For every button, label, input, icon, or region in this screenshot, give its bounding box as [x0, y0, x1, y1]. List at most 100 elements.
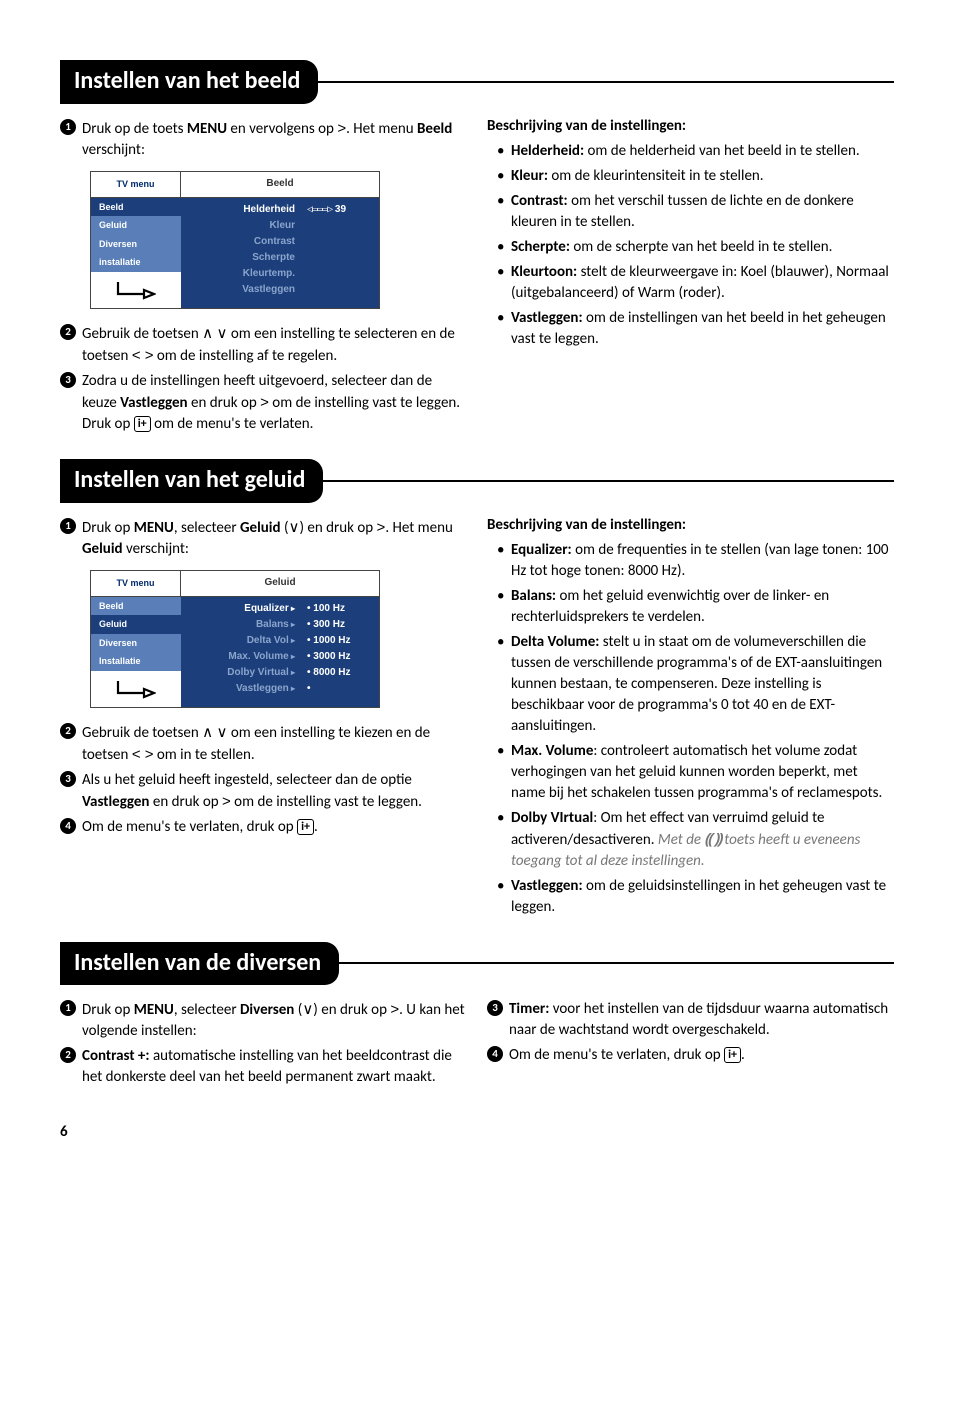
header-rule — [321, 480, 894, 482]
right-icon: > — [390, 1001, 399, 1018]
list-item: Contrast: om het verschil tussen de lich… — [511, 191, 894, 233]
text: om in te stellen. — [154, 746, 255, 764]
menu-label: Contrast — [187, 234, 295, 250]
text: om het geluid evenwichtig over de linker… — [511, 587, 829, 626]
list-item: Helderheid: om de helderheid van het bee… — [511, 141, 894, 162]
step-badge: 1 — [60, 119, 76, 135]
step-text: Als u het geluid heeft ingesteld, select… — [82, 770, 467, 813]
diversen-step-4: 4 Om de menu's te verlaten, druk op i+. — [487, 1045, 894, 1066]
text-bold: Beeld — [417, 120, 452, 138]
section-header-geluid: Instellen van het geluid — [60, 459, 894, 503]
text-bold: Vastleggen: — [511, 877, 583, 895]
text: Gebruik de toetsen — [82, 325, 202, 343]
text-bold: Delta Volume: — [511, 633, 599, 651]
menu-side-item: Beeld — [91, 198, 181, 217]
text: . Het menu — [385, 519, 453, 537]
step-text: Om de menu's te verlaten, druk op i+. — [82, 817, 467, 838]
text-bold: Vastleggen — [82, 793, 150, 811]
text-bold: Scherpte: — [511, 238, 570, 256]
text-bold: Max. Volume — [511, 742, 593, 760]
text-bold: Kleurtoon: — [511, 263, 577, 281]
menu-value: 3000 Hz — [307, 649, 373, 665]
menu-value: 300 Hz — [307, 617, 373, 633]
step-text: Timer: voor het instellen van de tijdsdu… — [509, 999, 894, 1041]
right-icon: > — [337, 120, 346, 137]
right-icon: > — [222, 793, 231, 810]
text-bold: MENU — [134, 519, 174, 537]
text: Om de menu's te verlaten, druk op — [82, 818, 297, 836]
right-icon: > — [260, 394, 269, 411]
beeld-step-3: 3 Zodra u de instellingen heeft uitgevoe… — [60, 371, 467, 435]
text: . Het menu — [346, 120, 417, 138]
step-badge: 2 — [60, 723, 76, 739]
up-icon: ∧ — [202, 724, 213, 741]
menu-label: Dolby Virtual — [187, 665, 295, 681]
list-item: Kleurtoon: stelt de kleurweergave in: Ko… — [511, 262, 894, 304]
text: , selecteer — [174, 519, 240, 537]
menu-value: 100 Hz — [307, 601, 373, 617]
step-badge: 3 — [60, 372, 76, 388]
header-rule — [337, 962, 894, 964]
geluid-step-1: 1 Druk op MENU, selecteer Geluid (∨) en … — [60, 517, 467, 560]
list-item: Scherpte: om de scherpte van het beeld i… — [511, 237, 894, 258]
step-badge: 2 — [60, 324, 76, 340]
text-bold: Contrast: — [511, 192, 568, 210]
text: verschijnt: — [123, 540, 189, 558]
geluid-step-3: 3 Als u het geluid heeft ingesteld, sele… — [60, 770, 467, 813]
text: ( — [281, 519, 289, 537]
text-bold: Timer: — [509, 1000, 549, 1018]
text: Druk op de toets — [82, 120, 187, 138]
text-bold: Diversen — [240, 1001, 294, 1019]
beeld-step-2: 2 Gebruik de toetsen ∧ ∨ om een instelli… — [60, 323, 467, 367]
menu-arrow-box — [91, 272, 181, 308]
text: Als u het geluid heeft ingesteld, select… — [82, 771, 412, 789]
text: Gebruik de toetsen — [82, 724, 202, 742]
text: voor het instellen van de tijdsduur waar… — [509, 1000, 888, 1039]
text-bold: Kleur: — [511, 167, 548, 185]
step-text: Contrast +: automatische instelling van … — [82, 1046, 467, 1088]
section-title: Instellen van het beeld — [60, 60, 318, 104]
text: Druk op — [82, 519, 134, 537]
diversen-columns: 1 Druk op MENU, selecteer Diversen (∨) e… — [60, 995, 894, 1092]
menu-main-header: Geluid — [181, 571, 379, 597]
info-plus-icon: i+ — [134, 416, 151, 432]
up-icon: ∧ — [202, 325, 213, 342]
list-item: Max. Volume: controleert automatisch het… — [511, 741, 894, 804]
text: om de menu's te verlaten. — [151, 415, 314, 433]
menu-label: Helderheid — [187, 202, 295, 218]
text-bold: Geluid — [82, 540, 123, 558]
down-icon: ∨ — [302, 1001, 313, 1018]
menu-side-item: Installatie — [91, 652, 181, 671]
text-bold: Dolby VIrtual — [511, 809, 593, 827]
step-badge: 3 — [487, 1000, 503, 1016]
text: . — [741, 1046, 745, 1064]
geluid-desc-list: Equalizer: om de frequenties in te stell… — [487, 540, 894, 918]
menu-value: 8000 Hz — [307, 665, 373, 681]
beeld-left-col: 1 Druk op de toets MENU en vervolgens op… — [60, 114, 467, 439]
menu-value: 1000 Hz — [307, 633, 373, 649]
geluid-left-col: 1 Druk op MENU, selecteer Geluid (∨) en … — [60, 513, 467, 922]
text: en druk op — [188, 394, 261, 412]
diversen-right-col: 3 Timer: voor het instellen van de tijds… — [487, 995, 894, 1092]
text-bold: Vastleggen — [120, 394, 188, 412]
leftright-icon: < > — [132, 746, 154, 763]
text: . — [314, 818, 318, 836]
step-text: Druk op MENU, selecteer Geluid (∨) en dr… — [82, 517, 467, 560]
menu-label: Kleur — [187, 218, 295, 234]
menu-side-item: Geluid — [91, 615, 181, 634]
text-bold: MENU — [134, 1001, 174, 1019]
menu-labels: Equalizer Balans Delta Vol Max. Volume D… — [181, 597, 301, 707]
menu-label: Balans — [187, 617, 295, 633]
info-plus-icon: i+ — [724, 1047, 741, 1063]
menu-labels: Helderheid Kleur Contrast Scherpte Kleur… — [181, 198, 301, 308]
text: verschijnt: — [82, 141, 145, 159]
text: om de instelling af te regelen. — [154, 347, 338, 365]
menu-label: Vastleggen — [187, 282, 295, 298]
geluid-step-4: 4 Om de menu's te verlaten, druk op i+. — [60, 817, 467, 838]
menu-label: Equalizer — [187, 601, 295, 617]
text: om de instelling vast te leggen. — [231, 793, 422, 811]
text-bold: Helderheid: — [511, 142, 584, 160]
text: Om de menu's te verlaten, druk op — [509, 1046, 724, 1064]
diversen-step-3: 3 Timer: voor het instellen van de tijds… — [487, 999, 894, 1041]
desc-title: Beschrijving van de instellingen: — [487, 515, 894, 536]
